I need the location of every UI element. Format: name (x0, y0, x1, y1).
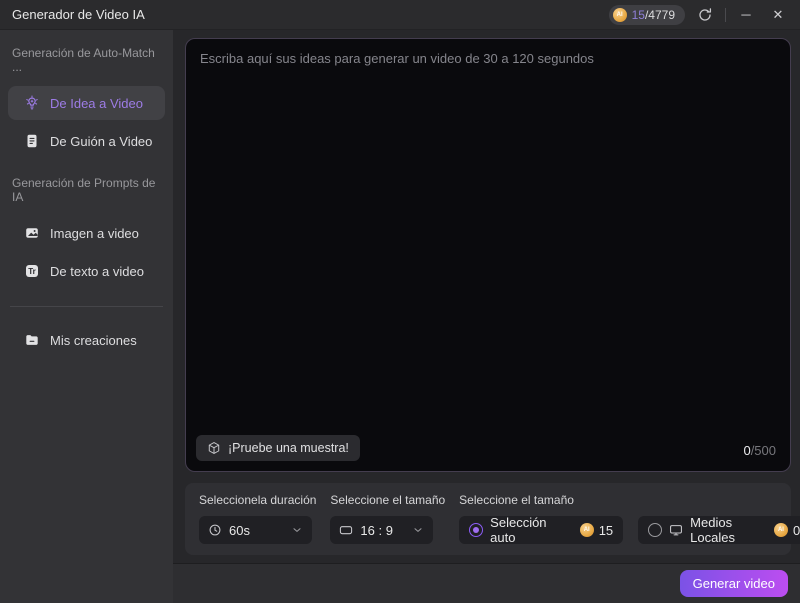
ratio-dropdown[interactable]: 16 : 9 (330, 516, 434, 544)
source-label: Seleccione el tamaño (459, 493, 574, 507)
cube-sample-icon (207, 441, 221, 455)
close-button[interactable]: ✕ (766, 3, 790, 27)
image-icon (24, 225, 40, 241)
monitor-icon (669, 523, 683, 537)
sidebar-item-label: De Guión a Video (50, 133, 153, 149)
source-auto-label: Selección auto (490, 515, 547, 545)
duration-dropdown[interactable]: 60s (199, 516, 312, 544)
source-local-label: Medios Locales (690, 515, 735, 545)
sidebar: Generación de Auto-Match ... De Idea a V… (0, 30, 173, 603)
source-local-cost-value: 0 (792, 522, 800, 538)
try-sample-label: ¡Pruebe una muestra! (228, 441, 349, 455)
source-auto-cost: AI 15 (579, 522, 614, 538)
sidebar-divider (10, 306, 163, 307)
svg-text:Tr: Tr (28, 267, 36, 276)
sidebar-item-label: De Idea a Video (50, 95, 143, 111)
folder-icon (24, 332, 40, 348)
credits-value: 15/4779 (632, 6, 675, 24)
sidebar-item-texto-a-video[interactable]: Tr De texto a video (8, 254, 165, 288)
credits-coin-icon: AI (612, 7, 627, 22)
try-sample-button[interactable]: ¡Pruebe una muestra! (196, 435, 360, 461)
coin-label: AI (583, 527, 590, 533)
coin-label: AI (616, 11, 623, 18)
credits-badge[interactable]: AI 15/4779 (608, 4, 685, 25)
idea-bulb-icon (24, 95, 40, 111)
char-limit: /500 (750, 443, 776, 458)
app-body: Generación de Auto-Match ... De Idea a V… (0, 30, 800, 603)
window-title: Generador de Video IA (12, 7, 145, 22)
generate-video-button[interactable]: Generar video (679, 570, 788, 597)
titlebar-controls: AI 15/4779 ─ ✕ (608, 3, 790, 27)
sidebar-item-label: Imagen a video (50, 225, 139, 241)
settings-panel: Seleccionela duración 60s Seleccione el … (185, 483, 800, 555)
aspect-ratio-icon (339, 523, 353, 537)
sidebar-item-idea-a-video[interactable]: De Idea a Video (8, 86, 165, 120)
radio-selected-icon (469, 523, 484, 537)
source-options: Selección auto AI 15 Medios Locales AI 0 (459, 515, 800, 545)
source-option-auto[interactable]: Selección auto AI 15 (459, 515, 624, 545)
sidebar-item-label: Mis creaciones (50, 332, 137, 348)
sidebar-item-label: De texto a video (50, 263, 144, 279)
app-window: Generador de Video IA AI 15/4779 ─ ✕ Gen… (0, 0, 800, 603)
char-counter: 0/500 (743, 443, 776, 458)
duration-value: 60s (229, 522, 250, 538)
char-count: 0 (743, 443, 751, 458)
credits-coin-icon: AI (773, 523, 788, 537)
ratio-label: Seleccione el tamaño (330, 493, 446, 507)
ratio-group: Seleccione el tamaño 16 : 9 (330, 493, 445, 544)
sidebar-section-prompts: Generación de Prompts de IA (12, 176, 156, 204)
clock-icon (208, 523, 222, 537)
titlebar: Generador de Video IA AI 15/4779 ─ ✕ (0, 0, 800, 30)
refresh-button[interactable] (693, 3, 717, 27)
refresh-icon (697, 7, 713, 23)
source-auto-cost-value: 15 (598, 522, 614, 538)
chevron-down-icon (291, 524, 303, 536)
sidebar-item-mis-creaciones[interactable]: Mis creaciones (8, 323, 165, 357)
radio-unselected-icon (648, 523, 663, 537)
source-option-local[interactable]: Medios Locales AI 0 (638, 515, 800, 545)
coin-label: AI (777, 527, 784, 533)
prompt-box: ¡Pruebe una muestra! 0/500 (185, 38, 791, 472)
duration-label: Seleccionela duración (199, 493, 317, 507)
credits-used: 15 (631, 7, 645, 22)
sidebar-section-automatch: Generación de Auto-Match ... (12, 46, 155, 74)
credits-coin-icon: AI (579, 523, 594, 537)
ratio-value: 16 : 9 (360, 522, 393, 538)
minimize-button[interactable]: ─ (734, 3, 758, 27)
text-tr-icon: Tr (24, 263, 40, 279)
sidebar-item-guion-a-video[interactable]: De Guión a Video (8, 124, 165, 158)
sidebar-item-imagen-a-video[interactable]: Imagen a video (8, 216, 165, 250)
footer-bar: Generar video (173, 563, 800, 603)
source-local-cost: AI 0 (773, 522, 800, 538)
credits-total: /4779 (644, 7, 675, 22)
main-content: ¡Pruebe una muestra! 0/500 Seleccionela … (173, 30, 800, 563)
source-group: Seleccione el tamaño Selección auto AI 1… (459, 493, 800, 545)
chevron-down-icon (412, 524, 424, 536)
duration-group: Seleccionela duración 60s (199, 493, 316, 544)
script-document-icon (24, 133, 40, 149)
titlebar-separator (725, 7, 726, 22)
idea-prompt-input[interactable] (186, 39, 790, 471)
main-area: ¡Pruebe una muestra! 0/500 Seleccionela … (173, 30, 800, 603)
